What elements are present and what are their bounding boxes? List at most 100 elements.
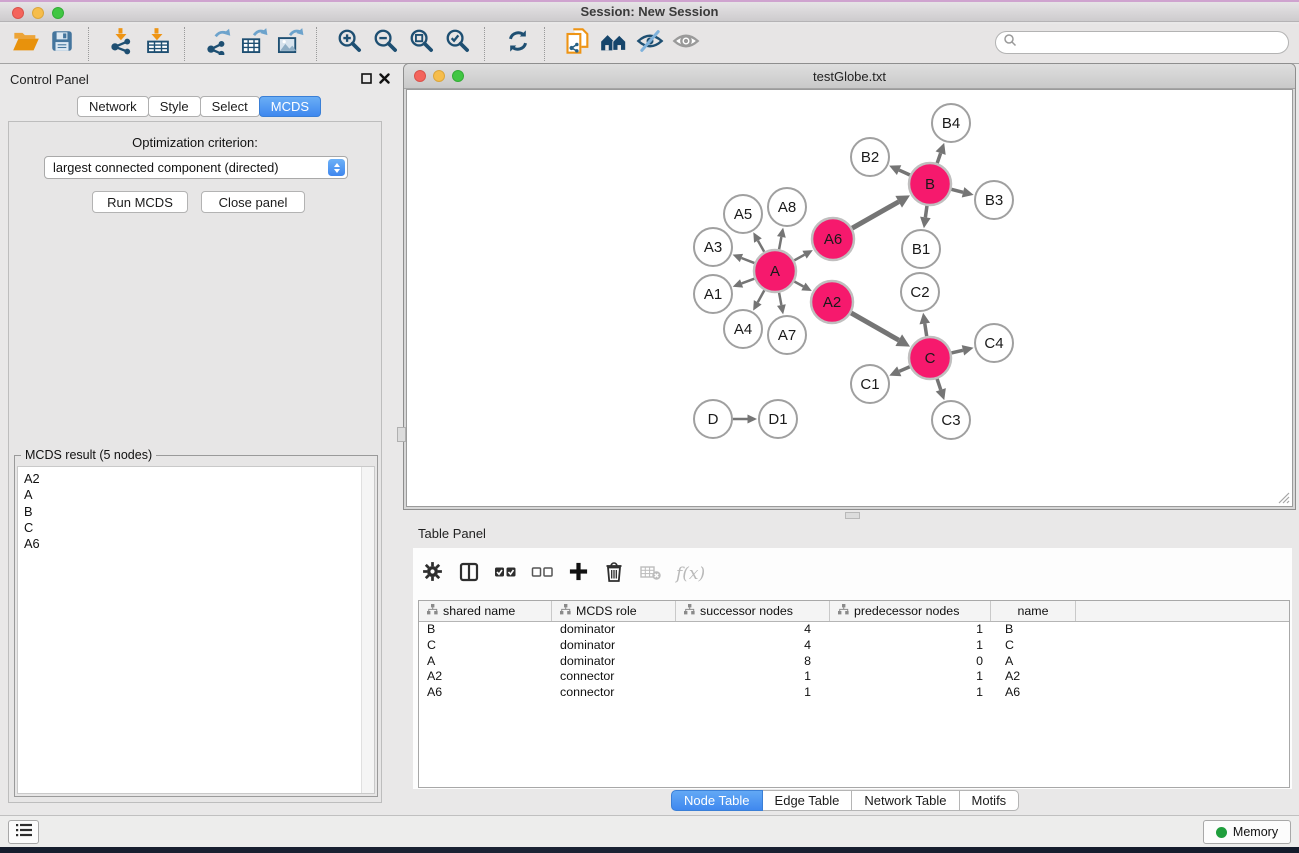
graph-node-A[interactable]: A	[754, 250, 796, 292]
splitter-handle-vertical[interactable]	[397, 427, 406, 442]
resize-grip-icon[interactable]	[1277, 491, 1290, 504]
edge-A2-C[interactable]	[851, 313, 899, 340]
task-history-button[interactable]	[8, 820, 39, 844]
network-canvas[interactable]: B4B2BB3A8A5A6A3B1AA1C2A2A4A7C4CC1C3DD1	[406, 89, 1293, 507]
edge-A-A2[interactable]	[794, 282, 803, 287]
delete-column-button[interactable]	[603, 561, 625, 588]
table-row[interactable]: Adominator80A	[419, 654, 1289, 670]
save-button[interactable]	[44, 26, 80, 62]
table-row[interactable]: A2connector11A2	[419, 669, 1289, 685]
graph-node-B2[interactable]: B2	[851, 138, 889, 176]
tab-network-table[interactable]: Network Table	[851, 790, 959, 811]
edge-A6-B[interactable]	[852, 202, 899, 228]
graph-node-A2[interactable]: A2	[811, 281, 853, 323]
header-cell-predecessor-nodes[interactable]: predecessor nodes	[830, 601, 991, 621]
zoom-fit-button[interactable]	[404, 26, 440, 62]
network-window-titlebar[interactable]: testGlobe.txt	[404, 64, 1295, 89]
edge-C-C3[interactable]	[937, 379, 941, 390]
edge-B-B2[interactable]	[899, 170, 910, 175]
graph-node-C4[interactable]: C4	[975, 324, 1013, 362]
edge-B-B4[interactable]	[937, 153, 940, 163]
edge-A-A3[interactable]	[741, 258, 754, 263]
graph-node-C1[interactable]: C1	[851, 365, 889, 403]
graph-node-B4[interactable]: B4	[932, 104, 970, 142]
table-row[interactable]: A6connector11A6	[419, 685, 1289, 701]
table-row[interactable]: Cdominator41C	[419, 638, 1289, 654]
function-builder-button[interactable]: f(x)	[676, 564, 705, 584]
graph-node-C[interactable]: C	[909, 337, 951, 379]
edge-C-C4[interactable]	[951, 350, 963, 353]
graph-node-A7[interactable]: A7	[768, 316, 806, 354]
edge-B-B3[interactable]	[951, 189, 963, 192]
run-mcds-button[interactable]: Run MCDS	[92, 191, 188, 213]
edge-A-A4[interactable]	[758, 290, 765, 302]
select-all-button[interactable]	[494, 561, 517, 588]
tab-select[interactable]: Select	[200, 96, 260, 117]
float-panel-icon[interactable]	[360, 72, 373, 85]
mcds-result-list[interactable]: A2ABCA6	[17, 466, 375, 794]
network-close-button[interactable]	[414, 70, 426, 82]
close-panel-icon[interactable]	[378, 72, 391, 85]
tab-node-table[interactable]: Node Table	[671, 790, 763, 811]
header-cell-name[interactable]: name	[991, 601, 1076, 621]
zoom-out-button[interactable]	[368, 26, 404, 62]
edge-C-C2[interactable]	[925, 324, 927, 337]
search-input[interactable]	[995, 31, 1289, 54]
delete-table-button[interactable]	[639, 561, 662, 588]
zoom-in-button[interactable]	[332, 26, 368, 62]
first-neighbors-button[interactable]	[596, 26, 632, 62]
header-cell-shared-name[interactable]: shared name	[419, 601, 552, 621]
header-cell-successor-nodes[interactable]: successor nodes	[676, 601, 830, 621]
result-item[interactable]: B	[24, 504, 374, 520]
table-settings-button[interactable]	[421, 560, 444, 588]
tab-network[interactable]: Network	[77, 96, 149, 117]
tab-mcds[interactable]: MCDS	[259, 96, 321, 117]
graph-node-A3[interactable]: A3	[694, 228, 732, 266]
tab-motifs[interactable]: Motifs	[959, 790, 1020, 811]
graph-node-A8[interactable]: A8	[768, 188, 806, 226]
criterion-dropdown[interactable]: largest connected component (directed)	[44, 156, 348, 179]
header-cell-mcds-role[interactable]: MCDS role	[552, 601, 676, 621]
memory-button[interactable]: Memory	[1203, 820, 1291, 844]
graph-node-C2[interactable]: C2	[901, 273, 939, 311]
graph-node-D1[interactable]: D1	[759, 400, 797, 438]
deselect-all-button[interactable]	[531, 561, 554, 588]
tab-edge-table[interactable]: Edge Table	[762, 790, 853, 811]
edge-A-A1[interactable]	[742, 279, 755, 284]
close-panel-button[interactable]: Close panel	[201, 191, 305, 213]
edge-A-A7[interactable]	[779, 293, 781, 305]
result-item[interactable]: A	[24, 487, 374, 503]
graph-node-A6[interactable]: A6	[812, 218, 854, 260]
import-network-button[interactable]	[104, 26, 140, 62]
open-button[interactable]	[8, 26, 44, 62]
edge-C-C1[interactable]	[899, 367, 910, 372]
network-minimize-button[interactable]	[433, 70, 445, 82]
hide-selected-button[interactable]	[632, 26, 668, 62]
close-window-button[interactable]	[12, 7, 24, 19]
graph-node-A5[interactable]: A5	[724, 195, 762, 233]
result-item[interactable]: A6	[24, 536, 374, 552]
network-zoom-button[interactable]	[452, 70, 464, 82]
graph-node-A1[interactable]: A1	[694, 275, 732, 313]
minimize-window-button[interactable]	[32, 7, 44, 19]
zoom-window-button[interactable]	[52, 7, 64, 19]
network-graph[interactable]: B4B2BB3A8A5A6A3B1AA1C2A2A4A7C4CC1C3DD1	[407, 90, 1294, 508]
show-all-button[interactable]	[668, 26, 704, 62]
show-column-button[interactable]	[458, 561, 480, 588]
add-column-button[interactable]	[568, 561, 589, 587]
edge-A-A8[interactable]	[779, 237, 781, 249]
table-row[interactable]: Bdominator41B	[419, 622, 1289, 638]
edge-A-A5[interactable]	[758, 241, 764, 252]
result-item[interactable]: A2	[24, 471, 374, 487]
zoom-selected-button[interactable]	[440, 26, 476, 62]
edge-B-B1[interactable]	[925, 206, 927, 218]
new-network-from-selection-button[interactable]	[560, 26, 596, 62]
graph-node-B1[interactable]: B1	[902, 230, 940, 268]
refresh-layout-button[interactable]	[500, 26, 536, 62]
list-scrollbar[interactable]	[361, 467, 374, 793]
result-item[interactable]: C	[24, 520, 374, 536]
graph-node-B[interactable]: B	[909, 163, 951, 205]
import-table-button[interactable]	[140, 26, 176, 62]
export-image-button[interactable]	[272, 26, 308, 62]
edge-A-A6[interactable]	[794, 255, 804, 261]
